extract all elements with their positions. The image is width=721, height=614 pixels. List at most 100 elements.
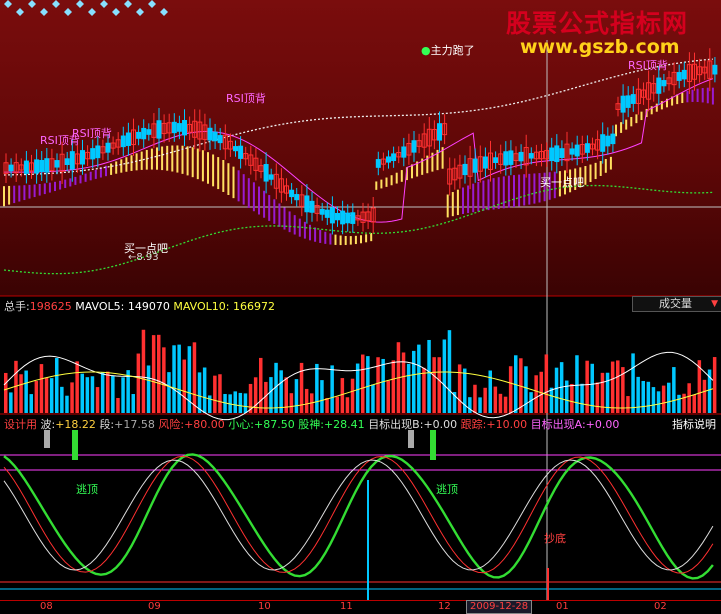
volume-bar — [172, 345, 176, 413]
indicator-select-dropdown[interactable]: 成交量 ▼ — [632, 296, 721, 312]
candle-body — [375, 159, 381, 168]
volume-bar — [554, 367, 559, 413]
volume-bar — [39, 364, 44, 413]
indicator-green-line — [3, 453, 714, 580]
volume-bar — [656, 391, 661, 413]
volume-bar — [146, 365, 151, 413]
volume-bar — [412, 350, 416, 413]
volume-bar — [457, 364, 462, 413]
candle-body — [304, 195, 310, 213]
volume-bar — [646, 381, 651, 413]
follow-label: 跟踪: — [460, 418, 487, 431]
volume-bar — [325, 397, 329, 413]
volume-bar — [340, 378, 345, 413]
volume-bar — [70, 382, 74, 413]
volume-bar — [575, 355, 579, 413]
candle-body — [549, 147, 555, 161]
volume-bar — [692, 394, 696, 413]
volume-bar — [366, 356, 370, 413]
volume-bar — [712, 357, 717, 413]
candle-body — [34, 159, 40, 174]
volume-bar — [60, 386, 64, 413]
volume-bar — [534, 375, 538, 413]
candle-body — [462, 163, 468, 176]
volume-bar — [187, 346, 192, 413]
candle-body — [141, 127, 147, 140]
indicator-red-line — [3, 455, 714, 574]
volume-bar — [437, 357, 441, 413]
mavol10-label: MAVOL10: — [173, 300, 230, 313]
segment-value: +17.58 — [114, 418, 155, 431]
candle-body — [294, 194, 300, 201]
volume-bar — [90, 376, 95, 413]
candle-body — [238, 145, 244, 159]
candle-body — [289, 189, 295, 198]
volume-bar — [432, 357, 436, 413]
stock-god-value: +28.41 — [323, 418, 365, 431]
volume-bar — [131, 394, 135, 413]
indicator-setting[interactable]: 设计用 — [4, 418, 37, 431]
volume-bar — [350, 378, 355, 413]
candle-body — [610, 133, 616, 145]
status-diamond-icon — [124, 0, 132, 8]
mavol5-value: 149070 — [127, 300, 170, 313]
volume-bar — [24, 370, 28, 413]
status-diamond-icon — [160, 8, 168, 16]
volume-bar — [34, 381, 39, 413]
candle-body — [176, 123, 182, 132]
signal-bar — [44, 430, 50, 448]
volume-bar — [381, 358, 385, 413]
candle-body — [482, 156, 488, 169]
segment-label: 段: — [99, 418, 115, 431]
candle-body — [329, 207, 335, 224]
volume-bar — [238, 392, 243, 413]
candle-body — [340, 210, 346, 225]
candle-body — [39, 160, 45, 172]
status-diamond-icon — [52, 0, 60, 8]
candle-body — [95, 145, 101, 159]
volume-bar — [197, 372, 202, 413]
volume-bar — [631, 353, 635, 413]
volume-bar — [508, 366, 513, 413]
candle-body — [207, 127, 213, 141]
volume-bar — [361, 354, 365, 413]
low-price-label: ←8.93 — [128, 252, 159, 263]
volume-bar — [498, 393, 503, 413]
candle-body — [625, 95, 631, 108]
chevron-down-icon: ▼ — [711, 299, 718, 309]
volume-bar — [371, 384, 375, 413]
indicator-help-button[interactable]: 指标说明 — [672, 416, 716, 432]
target-b-value: +0.00 — [423, 418, 458, 431]
candle-body — [411, 140, 417, 153]
candle-body — [212, 131, 218, 142]
volume-bar — [151, 335, 156, 413]
candle-body — [350, 212, 356, 224]
volume-bar — [677, 394, 681, 413]
volume-bar — [330, 365, 334, 413]
candle-body — [528, 153, 534, 159]
volume-bar — [626, 396, 630, 413]
green-dot-icon: ● — [421, 44, 431, 57]
rsi-top-label: RSI顶背 — [226, 92, 266, 105]
candle-body — [712, 64, 718, 75]
volume-bar — [75, 361, 79, 413]
candle-body — [493, 157, 499, 164]
target-a-label: 目标出现A: — [530, 418, 586, 431]
volume-bar — [157, 334, 161, 413]
candle-body — [309, 200, 315, 213]
volume-bar — [116, 397, 120, 413]
volume-bar — [29, 394, 33, 413]
follow-value: +10.00 — [486, 418, 528, 431]
volume-bar — [667, 382, 671, 413]
buy-signal-label: 买一点吧 — [540, 176, 584, 189]
candle-body — [559, 148, 565, 159]
volume-bar — [335, 396, 339, 413]
total-volume-value: 198625 — [29, 300, 72, 313]
candle-body — [676, 72, 682, 81]
time-tick: 10 — [258, 601, 271, 612]
status-diamond-icon — [16, 8, 24, 16]
volume-bar — [182, 359, 186, 413]
escape-top-label: 逃顶 — [436, 483, 458, 496]
rsi-top-label: RSI顶背 — [72, 127, 112, 140]
candle-body — [64, 158, 70, 165]
